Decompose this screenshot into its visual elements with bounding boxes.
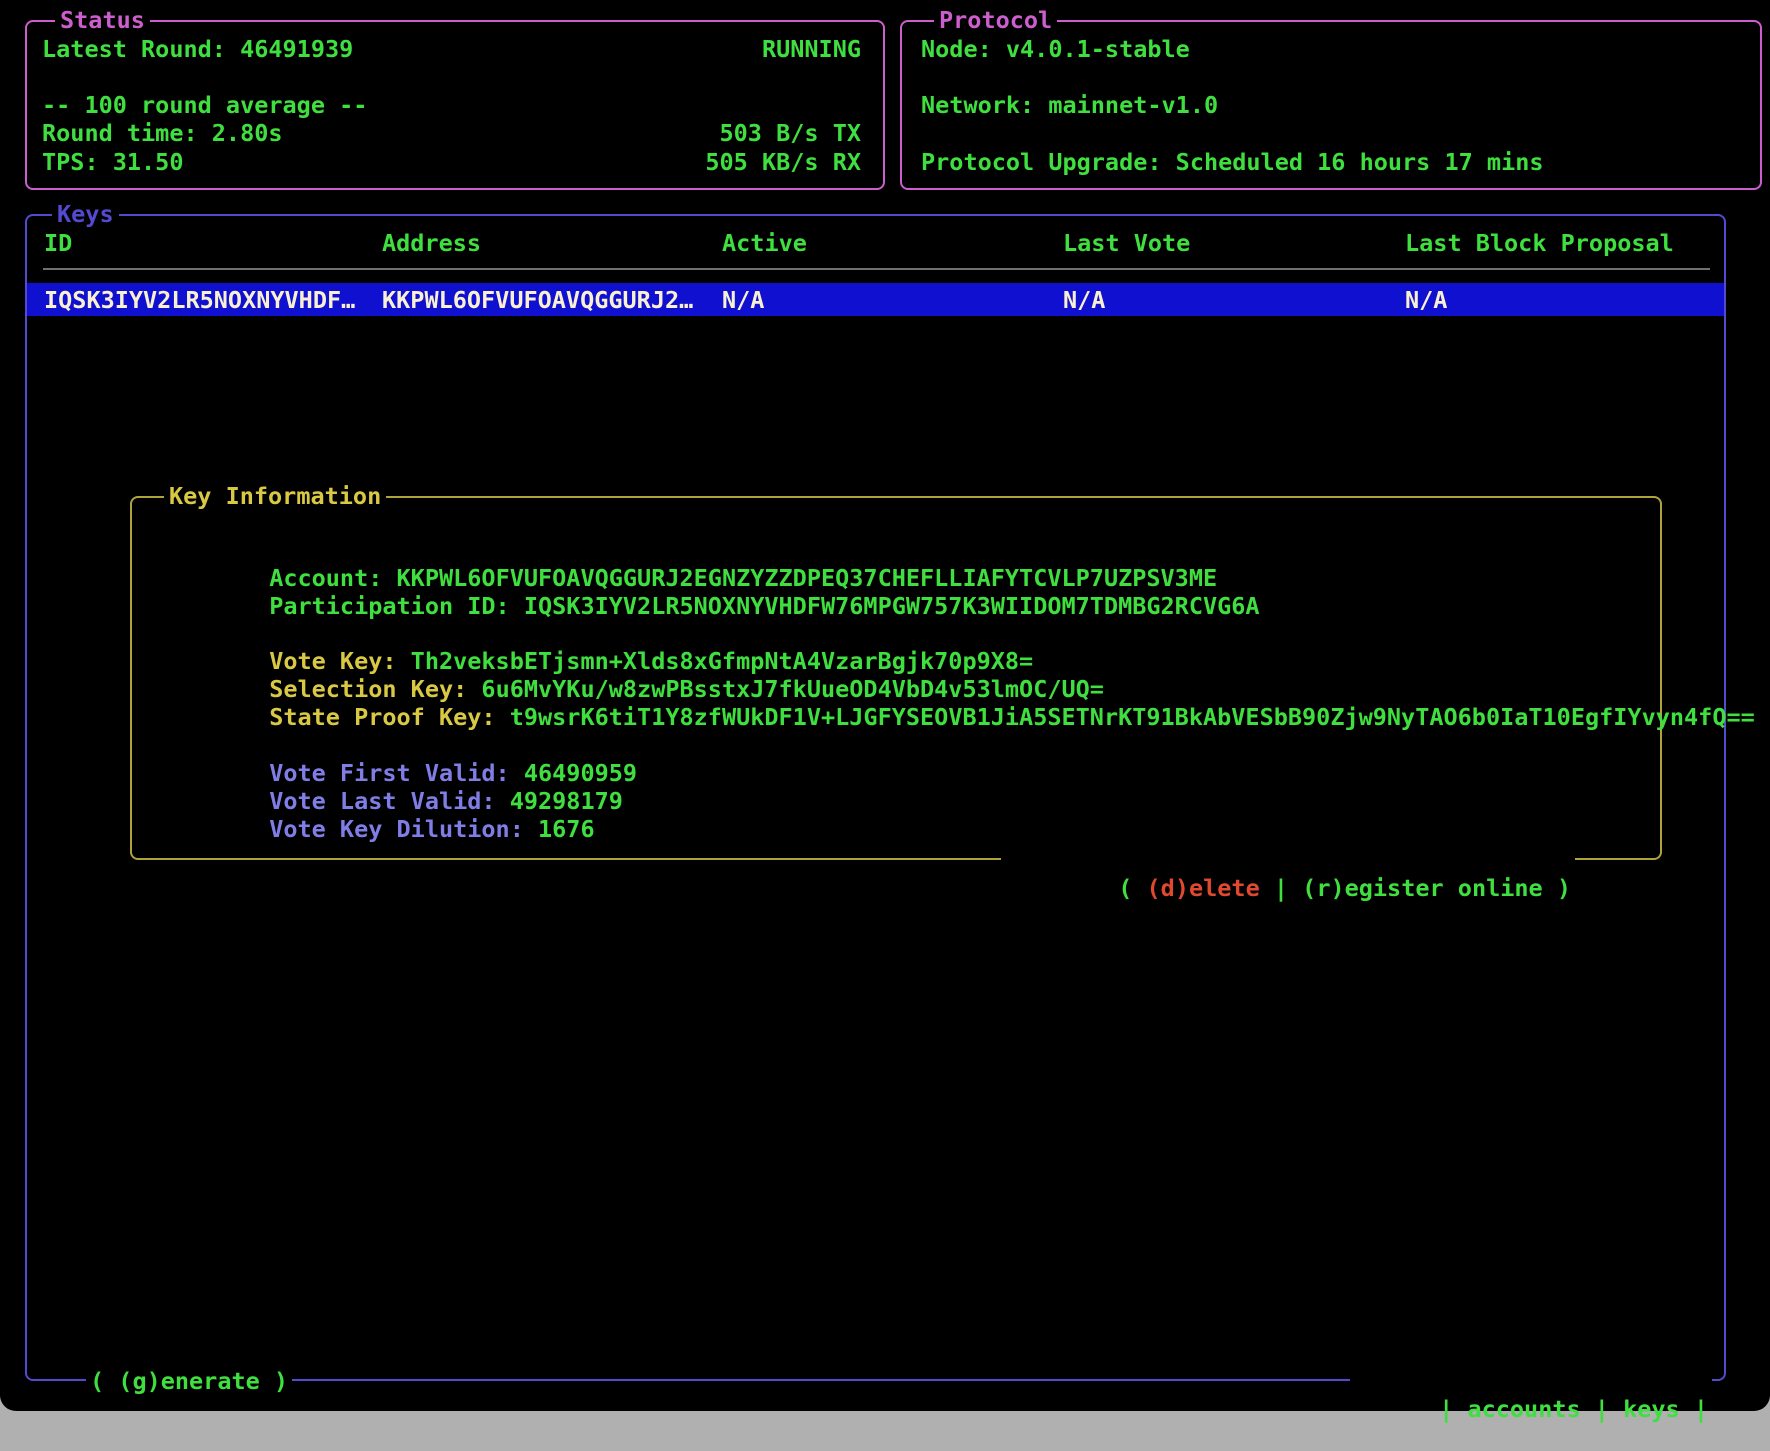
round-average-header: -- 100 round average -- [42,92,367,118]
status-panel: Status Latest Round: 46491939 RUNNING --… [25,20,885,190]
account-line: Account: KKPWL6OFVUFOAVQGGURJ2EGNZYZZDPE… [156,539,1217,565]
rx-rate-text: 505 KB/s RX [705,149,861,175]
row-cell-address: KKPWL6OFVUFOAVQGGURJ2… [382,287,693,313]
tabs-close: | [1680,1395,1708,1423]
vote-key-dilution-value: 1676 [538,815,595,843]
state-proof-key-value: t9wsrK6tiT1Y8zfWUkDF1V+LJGFYSEOVB1JiA5SE… [510,703,1755,731]
delete-key-button[interactable]: (d)elete [1147,874,1260,902]
tps-text: TPS: 31.50 [42,149,183,175]
key-information-title: Key Information [164,482,386,510]
vote-first-valid-line: Vote First Valid: 46490959 [156,734,637,760]
network-text: Network: mainnet-v1.0 [921,92,1218,118]
row-cell-active: N/A [722,287,764,313]
key-actions-divider: | [1260,874,1302,902]
key-actions: ( (d)elete | (r)egister online ) [1001,846,1575,874]
protocol-panel: Protocol Node: v4.0.1-stable Network: ma… [900,20,1762,190]
keys-panel-title: Keys [52,200,119,228]
row-cell-last-vote: N/A [1063,287,1105,313]
state-proof-key-label: State Proof Key: [269,703,510,731]
latest-round-text: Latest Round: 46491939 [42,36,353,62]
keys-panel: Keys ID Address Active Last Vote Last Bl… [25,214,1726,1381]
tx-rate-text: 503 B/s TX [720,120,861,146]
vote-key-dilution-label: Vote Key Dilution: [269,815,538,843]
participation-id-label: Participation ID: [269,592,524,620]
column-header-last-block-proposal: Last Block Proposal [1405,230,1674,256]
key-information-panel: Key Information Account: KKPWL6OFVUFOAVQ… [130,496,1662,860]
generate-key-button[interactable]: ( (g)enerate ) [86,1367,292,1395]
participation-id-value: IQSK3IYV2LR5NOXNYVHDFW76MPGW757K3WIIDOM7… [524,592,1260,620]
vote-key-dilution-line: Vote Key Dilution: 1676 [156,790,595,816]
state-proof-key-line: State Proof Key: t9wsrK6tiT1Y8zfWUkDF1V+… [156,678,1755,704]
selection-key-line: Selection Key: 6u6MvYKu/w8zwPBsstxJ7fkUu… [156,650,1104,676]
register-online-button[interactable]: (r)egister online ) [1302,874,1571,902]
table-row[interactable]: IQSK3IYV2LR5NOXNYVHDF… KKPWL6OFVUFOAVQGG… [27,283,1724,316]
tabs-divider: | [1581,1395,1623,1423]
vote-last-valid-line: Vote Last Valid: 49298179 [156,762,623,788]
row-cell-id: IQSK3IYV2LR5NOXNYVHDF… [44,287,355,313]
table-header-divider [43,268,1710,270]
vote-key-line: Vote Key: Th2veksbETjsmn+Xlds8xGfmpNtA4V… [156,622,1033,648]
column-header-last-vote: Last Vote [1063,230,1190,256]
terminal-window: Status Latest Round: 46491939 RUNNING --… [0,0,1770,1411]
node-version-text: Node: v4.0.1-stable [921,36,1190,62]
column-header-id: ID [44,230,72,256]
protocol-upgrade-text: Protocol Upgrade: Scheduled 16 hours 17 … [921,149,1544,175]
column-header-active: Active [722,230,807,256]
tabs-open: | [1439,1395,1467,1423]
round-time-text: Round time: 2.80s [42,120,283,146]
view-tabs: | accounts | keys | [1350,1367,1712,1395]
participation-id-line: Participation ID: IQSK3IYV2LR5NOXNYVHDFW… [156,567,1260,593]
tab-accounts[interactable]: accounts [1467,1395,1580,1423]
node-state-badge: RUNNING [762,36,861,62]
row-cell-last-block-proposal: N/A [1405,287,1447,313]
key-actions-open: ( [1118,874,1146,902]
status-panel-title: Status [55,6,150,34]
tab-keys[interactable]: keys [1623,1395,1680,1423]
protocol-panel-title: Protocol [934,6,1057,34]
column-header-address: Address [382,230,481,256]
